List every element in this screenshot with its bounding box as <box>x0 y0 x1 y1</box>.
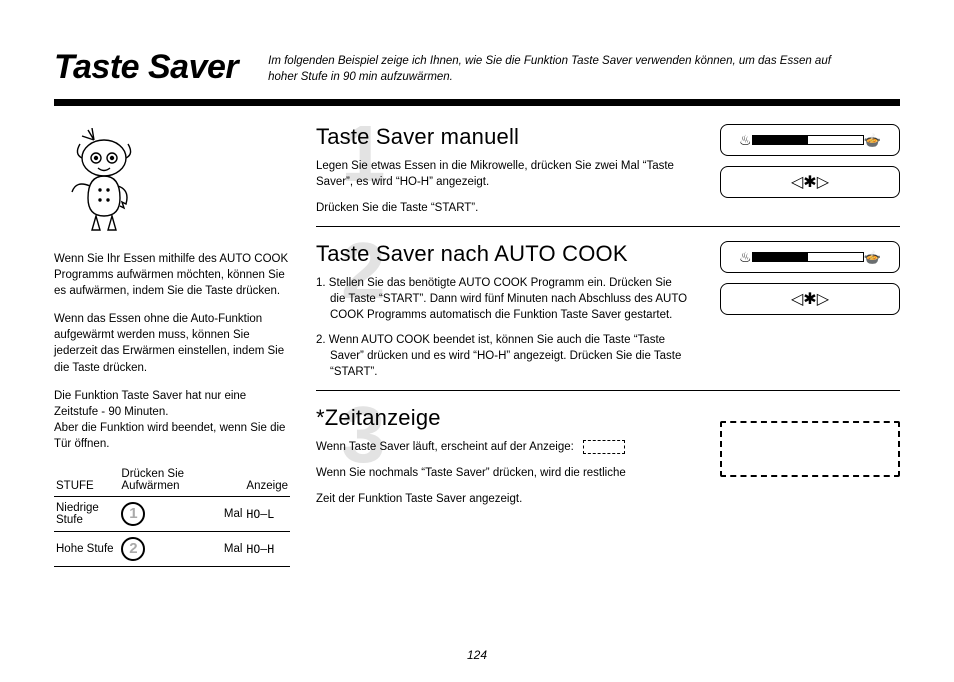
sidebar-para-3: Die Funktion Taste Saver hat nur eine Ze… <box>54 388 290 420</box>
display-defrost: ◁✱▷ <box>720 166 900 198</box>
intro-text: Im folgenden Beispiel zeige ich Ihnen, w… <box>268 48 848 85</box>
divider-thick <box>54 99 900 106</box>
section-body: Wenn Sie nochmals “Taste Saver” drücken,… <box>316 465 690 481</box>
cell-stufe: Niedrige Stufe <box>54 497 119 532</box>
dashed-placeholder-small <box>583 440 625 454</box>
section-title: Taste Saver manuell <box>316 124 690 150</box>
section-title: *Zeitanzeige <box>316 405 690 431</box>
display-progress: ♨ 🍲 <box>720 241 900 273</box>
stufe-table: STUFE Drücken Sie Aufwärmen Anzeige Nied… <box>54 464 290 567</box>
col-stufe: STUFE <box>54 464 119 497</box>
table-row: Niedrige Stufe 1 Mal HO–L <box>54 497 290 532</box>
cell-press: Mal <box>222 532 245 567</box>
defrost-icon: ◁✱▷ <box>791 289 829 309</box>
col-anzeige: Anzeige <box>244 464 290 497</box>
section-manuell: 1 Taste Saver manuell Legen Sie etwas Es… <box>316 124 900 216</box>
press-count-icon: 1 <box>121 502 145 526</box>
section-step: 2. Wenn AUTO COOK beendet ist, können Si… <box>316 332 690 380</box>
steam-icon: ♨ <box>739 249 752 266</box>
table-row: Hohe Stufe 2 Mal HO–H <box>54 532 290 567</box>
section-zeitanzeige: 3 *Zeitanzeige Wenn Taste Saver läuft, e… <box>316 390 900 520</box>
section-body: Drücken Sie die Taste “START”. <box>316 200 690 216</box>
section-title: Taste Saver nach AUTO COOK <box>316 241 690 267</box>
display-time-dashed <box>720 421 900 477</box>
cell-stufe: Hohe Stufe <box>54 532 119 567</box>
mascot-illustration <box>60 128 148 238</box>
steam-icon: ♨ <box>739 132 752 149</box>
dish-icon: 🍲 <box>864 132 881 149</box>
sidebar-para-4: Aber die Funktion wird beendet, wenn Sie… <box>54 420 290 452</box>
section-step: 1. Stellen Sie das benötigte AUTO COOK P… <box>316 275 690 323</box>
col-press: Drücken Sie Aufwärmen <box>119 464 221 497</box>
defrost-icon: ◁✱▷ <box>791 172 829 192</box>
press-count-icon: 2 <box>121 537 145 561</box>
page-title: Taste Saver <box>54 48 238 87</box>
display-progress: ♨ 🍲 <box>720 124 900 156</box>
sidebar-para-1: Wenn Sie Ihr Essen mithilfe des AUTO COO… <box>54 251 290 299</box>
cell-display: HO–L <box>244 497 290 532</box>
section-body: Zeit der Funktion Taste Saver angezeigt. <box>316 491 690 507</box>
cell-display: HO–H <box>244 532 290 567</box>
display-defrost: ◁✱▷ <box>720 283 900 315</box>
section-body: Legen Sie etwas Essen in die Mikrowelle,… <box>316 158 690 190</box>
section-body: Wenn Taste Saver läuft, erscheint auf de… <box>316 439 690 455</box>
page-number: 124 <box>0 648 954 662</box>
dish-icon: 🍲 <box>864 249 881 266</box>
section-autocook: 2 Taste Saver nach AUTO COOK 1. Stellen … <box>316 226 900 380</box>
sidebar-para-2: Wenn das Essen ohne die Auto-Funktion au… <box>54 311 290 375</box>
cell-press: Mal <box>222 497 245 532</box>
